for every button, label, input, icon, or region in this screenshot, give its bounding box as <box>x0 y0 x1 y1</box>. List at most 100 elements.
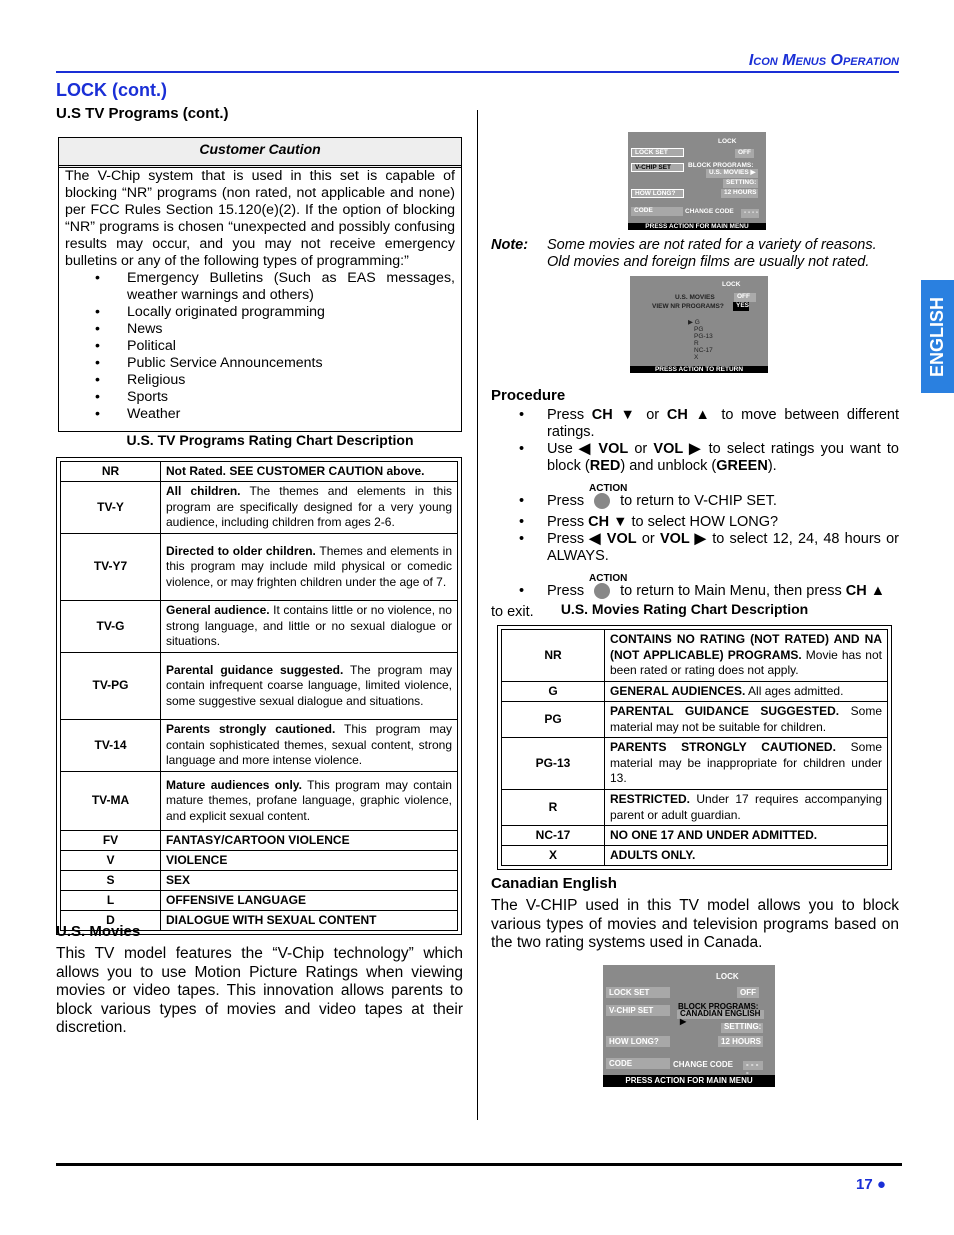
rating-code: PG <box>501 701 605 738</box>
note-label: Note: <box>491 237 529 253</box>
table-row: TV-14 Parents strongly cautioned. This pr… <box>60 719 458 772</box>
table-row: TV-G General audience. It contains little… <box>60 600 458 653</box>
step-2: Use ◀ VOL or VOL ▶ to select ratings you… <box>491 441 899 475</box>
note-text: Some movies are not rated for a variety … <box>547 237 877 270</box>
rating-option[interactable]: X <box>688 354 713 361</box>
table-row: NR Not Rated. SEE CUSTOMER CAUTION above. <box>60 461 458 482</box>
us-movies-value: OFF ▶ <box>734 293 756 308</box>
table-row: G GENERAL AUDIENCES. All ages admitted. <box>501 681 888 702</box>
caution-list-item: Religious <box>95 372 455 389</box>
rating-description: All children. The themes and elements in… <box>160 481 458 534</box>
change-code-label: CHANGE CODE <box>685 208 734 215</box>
caution-list-item: Locally originated programming <box>95 304 455 321</box>
us-movies-menu-screen: LOCK U.S. MOVIES OFF ▶ VIEW NR PROGRAMS?… <box>630 276 768 373</box>
rating-description: General audience. It contains little or … <box>160 600 458 653</box>
section-title: LOCK (cont.) <box>56 80 167 100</box>
caution-list-item: Weather <box>95 406 455 423</box>
rating-code: TV-G <box>60 600 161 653</box>
block-programs-label: BLOCK PROGRAMS: <box>688 162 754 169</box>
change-code-label: CHANGE CODE <box>673 1060 734 1069</box>
procedure-section: Procedure Press CH ▼ or CH ▲ to move bet… <box>491 387 899 620</box>
rating-description: RESTRICTED. Under 17 requires accompanyi… <box>604 789 888 826</box>
step-6: ACTIONPressto return to Main Menu, then … <box>491 573 899 600</box>
code-item[interactable]: CODE <box>606 1058 670 1069</box>
rating-code: TV-Y7 <box>60 533 161 601</box>
setting-label: SETTING: <box>721 1023 763 1033</box>
menu-footer: PRESS ACTION FOR MAIN MENU <box>628 223 766 230</box>
caution-list-item: Sports <box>95 389 455 406</box>
rating-code: FV <box>60 830 161 851</box>
rating-code: V <box>60 850 161 871</box>
menu-title: LOCK <box>722 281 741 288</box>
table-row: TV-Y7 Directed to older children. Themes … <box>60 533 458 601</box>
vchip-set-item[interactable]: V-CHIP SET <box>606 1005 670 1016</box>
rating-description: DIALOGUE WITH SEXUAL CONTENT <box>160 910 458 931</box>
how-long-item[interactable]: HOW LONG? <box>631 189 684 198</box>
rating-code: NR <box>60 461 161 482</box>
canadian-text: The V-CHIP used in this TV model allows … <box>491 897 899 952</box>
customer-caution-box: Customer Caution The V-Chip system that … <box>58 137 462 432</box>
table-row: FV FANTASY/CARTOON VIOLENCE <box>60 830 458 851</box>
rating-option[interactable]: NC-17 <box>688 347 713 354</box>
caution-text: The V-Chip system that is used in this s… <box>65 168 455 269</box>
movies-rating-table: NR CONTAINS NO RATING (NOT RATED) AND NA … <box>497 625 892 870</box>
menu-title: LOCK <box>716 972 739 981</box>
canadian-lock-menu-screen: LOCK LOCK SET OFF V-CHIP SET BLOCK PROGR… <box>603 965 775 1087</box>
language-tab: ENGLISH <box>921 280 954 393</box>
rating-description: OFFENSIVE LANGUAGE <box>160 890 458 911</box>
rating-description: PARENTAL GUIDANCE SUGGESTED. Some materi… <box>604 701 888 738</box>
rating-description: Not Rated. SEE CUSTOMER CAUTION above. <box>160 461 458 482</box>
table-row: NR CONTAINS NO RATING (NOT RATED) AND NA … <box>501 629 888 682</box>
hours-value: 12 HOURS <box>718 1036 763 1047</box>
lock-off-value: OFF <box>737 987 759 998</box>
rating-code: TV-14 <box>60 719 161 772</box>
caution-list-item: Emergency Bulletins (Such as EAS message… <box>95 270 455 304</box>
rating-option[interactable]: PG <box>688 326 713 333</box>
table-row: X ADULTS ONLY. <box>501 845 888 866</box>
code-value: - - - - <box>743 1061 763 1077</box>
lock-menu-screen: LOCK LOCK SET OFF V-CHIP SET BLOCK PROGR… <box>628 132 766 230</box>
rating-code: G <box>501 681 605 702</box>
canadian-heading: Canadian English <box>491 875 617 892</box>
column-divider <box>477 110 478 1120</box>
step-5: Press ◀ VOL or VOL ▶ to select 12, 24, 4… <box>491 531 899 565</box>
table-row: L OFFENSIVE LANGUAGE <box>60 890 458 911</box>
rating-option[interactable]: R <box>688 340 713 347</box>
footer-rule <box>56 1163 902 1166</box>
page-header: Icon Menus Operation <box>56 52 899 73</box>
lock-set-item[interactable]: LOCK SET <box>631 148 684 157</box>
caution-list-item: Political <box>95 338 455 355</box>
us-movies-text: This TV model features the “V-Chip techn… <box>56 945 463 1037</box>
table-row: TV-MA Mature audiences only. This program… <box>60 771 458 831</box>
rating-option[interactable]: PG-13 <box>688 333 713 340</box>
table-row: V VIOLENCE <box>60 850 458 871</box>
vchip-set-item[interactable]: V-CHIP SET <box>631 163 684 172</box>
rating-option[interactable]: ▶ G <box>688 319 713 326</box>
setting-label: SETTING: <box>723 179 758 188</box>
rating-description: NO ONE 17 AND UNDER ADMITTED. <box>604 825 888 846</box>
rating-description: Mature audiences only. This program may … <box>160 771 458 831</box>
movies-table-title: U.S. Movies Rating Chart Description <box>560 601 809 617</box>
rating-description: CONTAINS NO RATING (NOT RATED) AND NA (N… <box>604 629 888 682</box>
menu-footer: PRESS ACTION FOR MAIN MENU <box>603 1075 775 1087</box>
menu-footer: PRESS ACTION TO RETURN <box>630 366 768 373</box>
caution-title: Customer Caution <box>59 138 461 168</box>
menu-title: LOCK <box>718 138 737 145</box>
rating-description: Parental guidance suggested. The program… <box>160 652 458 720</box>
rating-description: PARENTS STRONGLY CAUTIONED. Some materia… <box>604 737 888 790</box>
table-row: R RESTRICTED. Under 17 requires accompany… <box>501 789 888 826</box>
us-movies-heading: U.S. Movies <box>56 923 141 940</box>
rating-description: Directed to older children. Themes and e… <box>160 533 458 601</box>
table-row: TV-PG Parental guidance suggested. The pr… <box>60 652 458 720</box>
us-movies-label: U.S. MOVIES <box>675 294 715 301</box>
step-4: Press CH ▼ to select HOW LONG? <box>491 514 899 531</box>
rating-description: ADULTS ONLY. <box>604 845 888 866</box>
step-3: ACTIONPressto return to V-CHIP SET. <box>491 483 899 510</box>
how-long-item[interactable]: HOW LONG? <box>606 1036 670 1047</box>
table-row: TV-Y All children. The themes and element… <box>60 481 458 534</box>
rating-description: SEX <box>160 870 458 891</box>
lock-set-item[interactable]: LOCK SET <box>606 987 670 998</box>
rating-description: FANTASY/CARTOON VIOLENCE <box>160 830 458 851</box>
subtitle: U.S TV Programs (cont.) <box>56 105 229 122</box>
code-item[interactable]: CODE <box>631 207 683 216</box>
